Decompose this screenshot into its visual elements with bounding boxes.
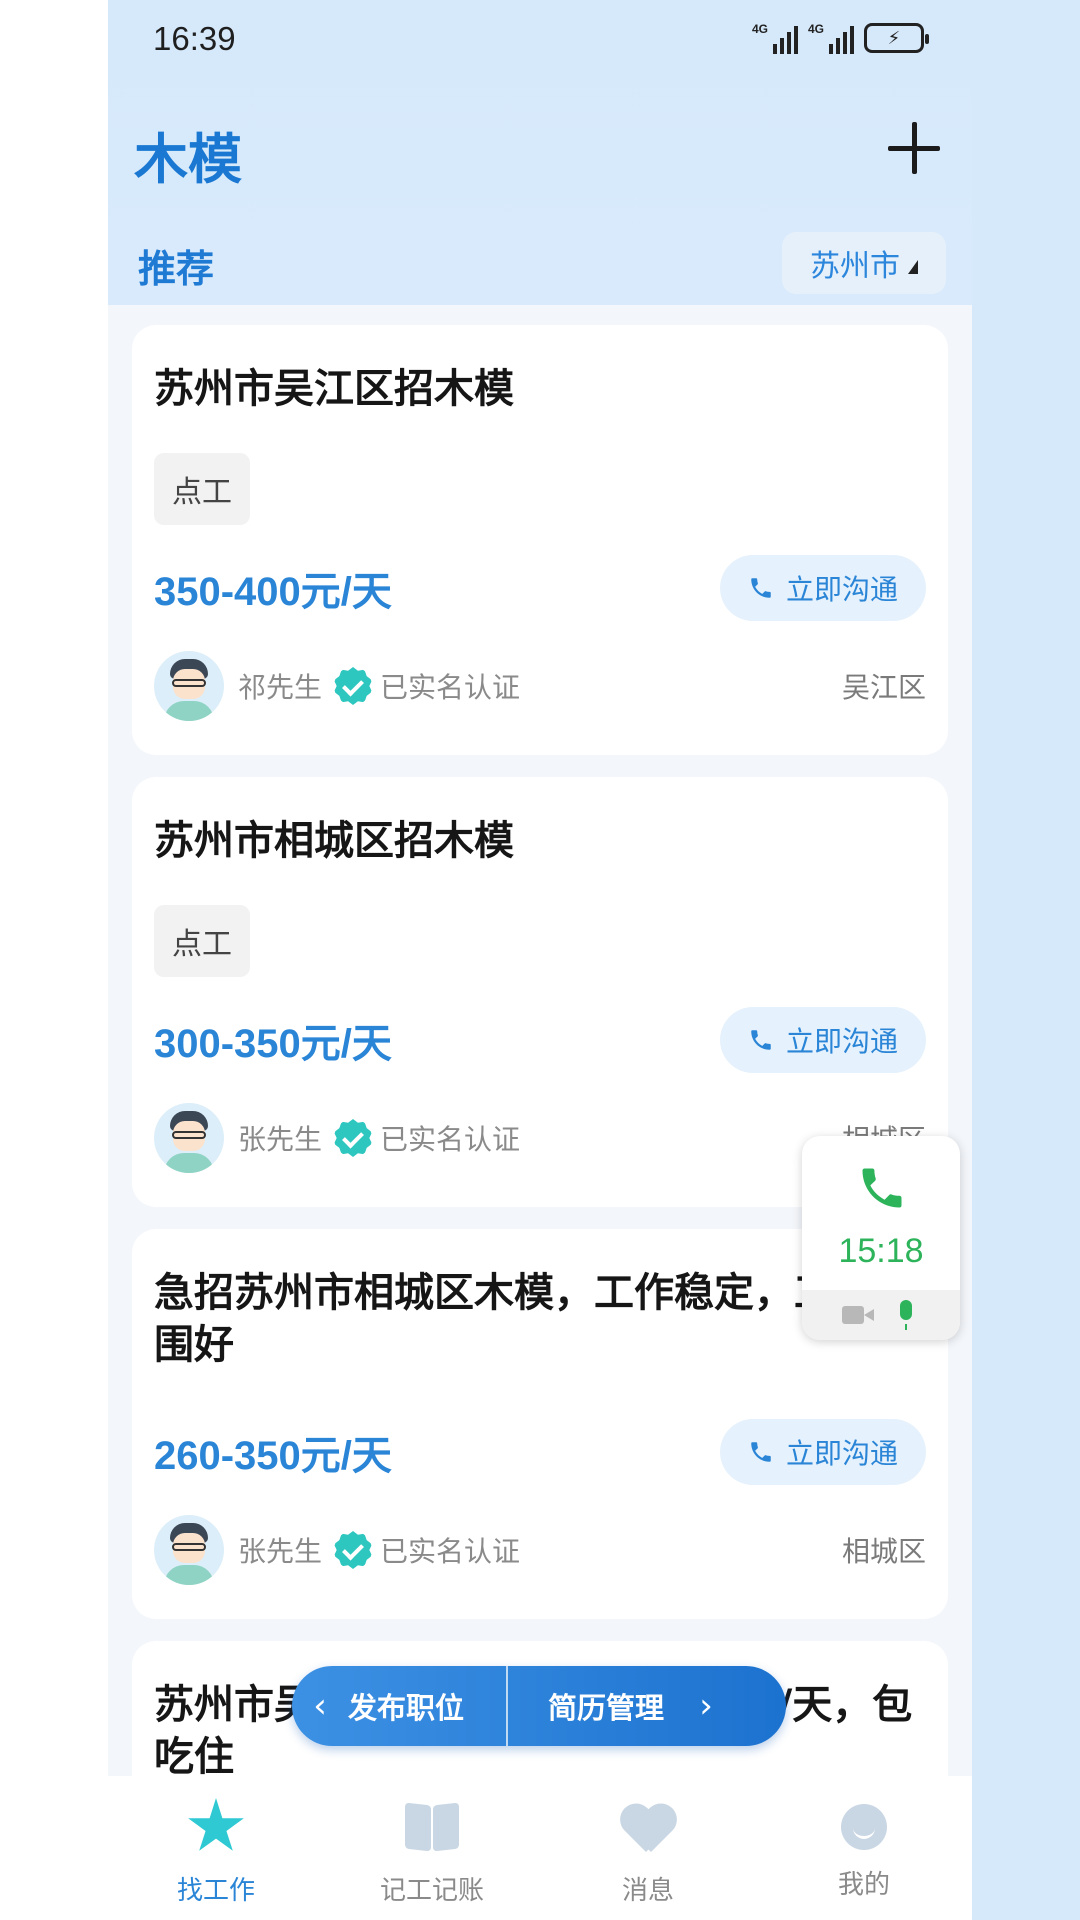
avatar [154,1103,224,1173]
contact-now-label: 立即沟通 [785,1437,898,1470]
caret-down-icon [908,260,918,274]
nav-item-messages[interactable]: 消息 [540,1776,756,1920]
job-title: 苏州市吴江区招木模 [154,366,514,412]
contact-now-button[interactable]: 立即沟通 [719,1419,926,1485]
job-district: 吴江区 [841,671,926,704]
owner-name: 张先生 [238,1123,323,1156]
avatar [154,651,224,721]
divider [506,1666,509,1746]
verified-badge-icon [334,1531,373,1569]
right-margin [972,0,1080,1920]
microphone-icon[interactable] [900,1300,912,1330]
nav-label: 消息 [621,1876,674,1906]
nav-item-find-job[interactable]: 找工作 [108,1776,324,1920]
video-camera-icon[interactable] [842,1306,874,1324]
header-area: 16:39 4G 4G ⚡ 木模 推荐 苏州市 [108,0,972,305]
status-bar: 16:39 4G 4G ⚡ [108,0,972,80]
city-selector[interactable]: 苏州市 [782,232,946,294]
phone-icon [751,1030,771,1050]
book-icon [403,1798,461,1856]
call-duration: 15:18 [838,1232,924,1270]
job-title: 苏州市相城区招木模 [154,818,514,864]
owner-name: 祁先生 [238,671,323,704]
job-list: 苏州市吴江区招木模 点工 350-400元/天 立即沟通 祁先生 已实名认证 吴… [132,325,948,1863]
phone-icon [751,1442,771,1462]
avatar [154,1515,224,1585]
battery-charging-icon: ⚡ [864,23,929,53]
chevron-left-icon[interactable]: ‹ [292,1686,348,1726]
heart-chat-icon [619,1798,677,1856]
verified-label: 已实名认证 [380,671,521,704]
post-job-button[interactable]: 发布职位 [348,1685,464,1727]
owner-name: 张先生 [238,1535,323,1568]
chevron-right-icon[interactable]: › [678,1686,734,1726]
job-district: 相城区 [841,1535,926,1568]
job-card[interactable]: 苏州市吴江区招木模 点工 350-400元/天 立即沟通 祁先生 已实名认证 吴… [132,325,948,755]
add-button[interactable] [888,122,940,174]
app-screen: 16:39 4G 4G ⚡ 木模 推荐 苏州市 苏州市吴江区招木模 点工 350… [108,0,972,1920]
bottom-nav: 找工作 记工记账 消息 我的 [108,1776,972,1920]
verified-badge-icon [334,1119,373,1157]
nav-item-work-log[interactable]: 记工记账 [324,1776,540,1920]
verified-badge-icon [334,667,373,705]
phone-icon [862,1168,902,1208]
floating-call-widget[interactable]: 15:18 [802,1136,960,1340]
contact-now-button[interactable]: 立即沟通 [719,555,926,621]
job-price: 350-400元/天 [154,570,392,614]
call-controls [802,1290,960,1340]
status-icons: 4G 4G ⚡ [752,22,929,54]
signal-icon: 4G [808,22,854,54]
section-label-recommend: 推荐 [138,247,215,291]
city-selector-label: 苏州市 [810,249,900,284]
verified-label: 已实名认证 [380,1123,521,1156]
job-price: 300-350元/天 [154,1022,392,1066]
nav-label: 找工作 [176,1876,255,1906]
contact-now-label: 立即沟通 [785,573,898,606]
job-price: 260-350元/天 [154,1434,392,1478]
signal-icon: 4G [752,22,798,54]
job-tag: 点工 [154,453,250,525]
verified-label: 已实名认证 [380,1535,521,1568]
floating-action-bar: ‹ 发布职位 简历管理 › [292,1666,786,1746]
resume-manage-button[interactable]: 简历管理 [548,1685,664,1727]
page-title: 木模 [134,128,242,191]
status-time: 16:39 [153,20,236,57]
left-margin [0,58,108,1920]
phone-icon [751,578,771,598]
star-icon [188,1798,244,1851]
contact-now-button[interactable]: 立即沟通 [719,1007,926,1073]
nav-label: 我的 [837,1870,890,1900]
job-tag: 点工 [154,905,250,977]
nav-label: 记工记账 [379,1876,484,1906]
contact-now-label: 立即沟通 [785,1025,898,1058]
nav-item-me[interactable]: 我的 [756,1776,972,1920]
person-icon [841,1804,887,1850]
